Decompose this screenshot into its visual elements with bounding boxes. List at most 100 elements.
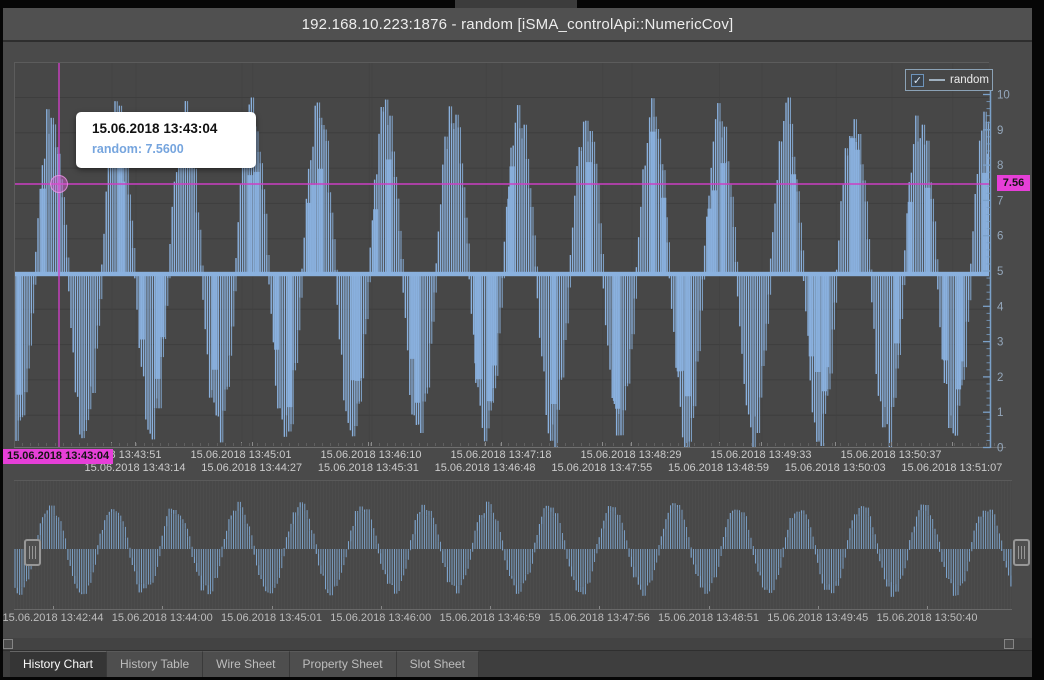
x-axis-minor-tick (176, 443, 177, 446)
overview-axis-tick (162, 606, 163, 609)
overview-axis-tick (381, 606, 382, 609)
x-axis-minor-tick (30, 443, 31, 446)
overview-axis-labels: 15.06.2018 13:42:4415.06.2018 13:44:0015… (0, 612, 1032, 626)
x-axis-minor-tick (743, 443, 744, 446)
x-axis-minor-tick (500, 443, 501, 446)
x-axis-minor-tick (767, 443, 768, 446)
x-axis-minor-tick (646, 443, 647, 446)
x-tick-label-lower: 15.06.2018 13:46:48 (420, 462, 550, 474)
overview-tick-label: 15.06.2018 13:50:40 (862, 612, 992, 624)
x-axis-minor-tick (443, 443, 444, 446)
x-axis-minor-tick (395, 443, 396, 446)
x-axis-minor-tick (703, 443, 704, 446)
x-axis-minor-tick (411, 443, 412, 446)
scrubber-handle-right[interactable] (1013, 539, 1030, 566)
x-tick-label-upper: 15.06.2018 13:48:29 (566, 449, 696, 461)
overview-canvas[interactable] (14, 481, 1012, 610)
y-axis-tick-label: 7 (997, 195, 1003, 207)
x-axis-minor-tick (476, 443, 477, 446)
x-axis-minor-tick (71, 443, 72, 446)
scrubber-handle-left[interactable] (24, 539, 41, 566)
x-axis-minor-tick (14, 443, 15, 446)
x-axis-minor-tick (192, 443, 193, 446)
x-tick-label-upper: 15.06.2018 13:50:37 (826, 449, 956, 461)
x-axis-minor-tick (265, 443, 266, 446)
x-axis-minor-tick (370, 443, 371, 446)
x-axis-minor-tick (127, 443, 128, 446)
scrollbar-left-button[interactable] (3, 639, 13, 649)
y-axis-tick-label: 8 (997, 160, 1003, 172)
overview-axis-tick (709, 606, 710, 609)
x-axis-minor-tick (144, 443, 145, 446)
x-axis-minor-tick (451, 443, 452, 446)
x-axis-minor-tick (832, 443, 833, 446)
y-axis-tick-label: 6 (997, 231, 1003, 243)
x-axis-minor-tick (735, 443, 736, 446)
x-axis-minor-tick (678, 443, 679, 446)
x-axis-minor-tick (184, 443, 185, 446)
x-axis-tick (252, 442, 253, 446)
x-axis-minor-tick (573, 443, 574, 446)
tooltip: 15.06.2018 13:43:04 random: 7.5600 (76, 112, 256, 168)
x-axis-minor-tick (87, 443, 88, 446)
overview-axis-tick (927, 606, 928, 609)
x-axis-minor-tick (727, 443, 728, 446)
x-axis-minor-tick (419, 443, 420, 446)
x-axis-minor-tick (711, 443, 712, 446)
y-axis-tick-label: 9 (997, 125, 1003, 137)
x-tick-label-upper: 15.06.2018 13:45:01 (176, 449, 306, 461)
tab-history-chart[interactable]: History Chart (10, 651, 107, 677)
x-axis-tick (631, 442, 632, 446)
x-axis-minor-tick (532, 443, 533, 446)
x-axis-minor-tick (808, 443, 809, 446)
x-axis-minor-tick (516, 443, 517, 446)
legend-checkbox[interactable]: ✓ (911, 74, 924, 87)
x-axis-minor-tick (662, 443, 663, 446)
x-axis-tick (891, 442, 892, 446)
x-axis-minor-tick (865, 443, 866, 446)
tab-property-sheet[interactable]: Property Sheet (290, 651, 397, 677)
overview-axis-tick (490, 606, 491, 609)
x-axis-minor-tick (152, 443, 153, 446)
x-axis-minor-tick (816, 443, 817, 446)
x-tick-label-lower: 15.06.2018 13:51:07 (887, 462, 1017, 474)
crosshair-x-label: 15.06.2018 13:43:04 (3, 449, 113, 464)
tab-wire-sheet[interactable]: Wire Sheet (203, 651, 289, 677)
x-axis-minor-tick (557, 443, 558, 446)
tooltip-value: random: 7.5600 (92, 142, 256, 156)
overview-scrollbar[interactable] (3, 638, 1032, 650)
x-axis-minor-tick (905, 443, 906, 446)
x-axis-minor-tick (856, 443, 857, 446)
x-axis-minor-tick (298, 443, 299, 446)
x-axis-minor-tick (435, 443, 436, 446)
x-axis-minor-tick (597, 443, 598, 446)
x-axis-tick (835, 442, 836, 446)
tab-slot-sheet[interactable]: Slot Sheet (397, 651, 479, 677)
x-axis-minor-tick (249, 443, 250, 446)
x-axis-minor-tick (208, 443, 209, 446)
x-axis-minor-tick (897, 443, 898, 446)
overview-axis-tick (272, 606, 273, 609)
x-axis-minor-tick (103, 443, 104, 446)
x-axis-labels: 15.06.2018 13:43:5115.06.2018 13:45:0115… (0, 448, 1032, 478)
x-axis-minor-tick (954, 443, 955, 446)
y-axis-tick-label: 10 (997, 90, 1010, 102)
x-tick-label-lower: 15.06.2018 13:47:55 (537, 462, 667, 474)
x-axis-minor-tick (913, 443, 914, 446)
legend: ✓ random (905, 69, 993, 91)
x-axis-minor-tick (800, 443, 801, 446)
x-tick-label-lower: 15.06.2018 13:48:59 (654, 462, 784, 474)
x-tick-label-lower: 15.06.2018 13:50:03 (770, 462, 900, 474)
x-axis-minor-tick (694, 443, 695, 446)
overview-axis-tick (818, 606, 819, 609)
overview-chart[interactable] (14, 480, 1012, 610)
x-axis-tick (602, 442, 603, 446)
x-axis-minor-tick (111, 443, 112, 446)
x-axis-minor-tick (630, 443, 631, 446)
overview-axis-tick (599, 606, 600, 609)
tab-history-table[interactable]: History Table (107, 651, 203, 677)
x-axis-minor-tick (346, 443, 347, 446)
scrollbar-right-button[interactable] (1004, 639, 1014, 649)
legend-series-label: random (950, 74, 989, 86)
x-axis-minor-tick (322, 443, 323, 446)
